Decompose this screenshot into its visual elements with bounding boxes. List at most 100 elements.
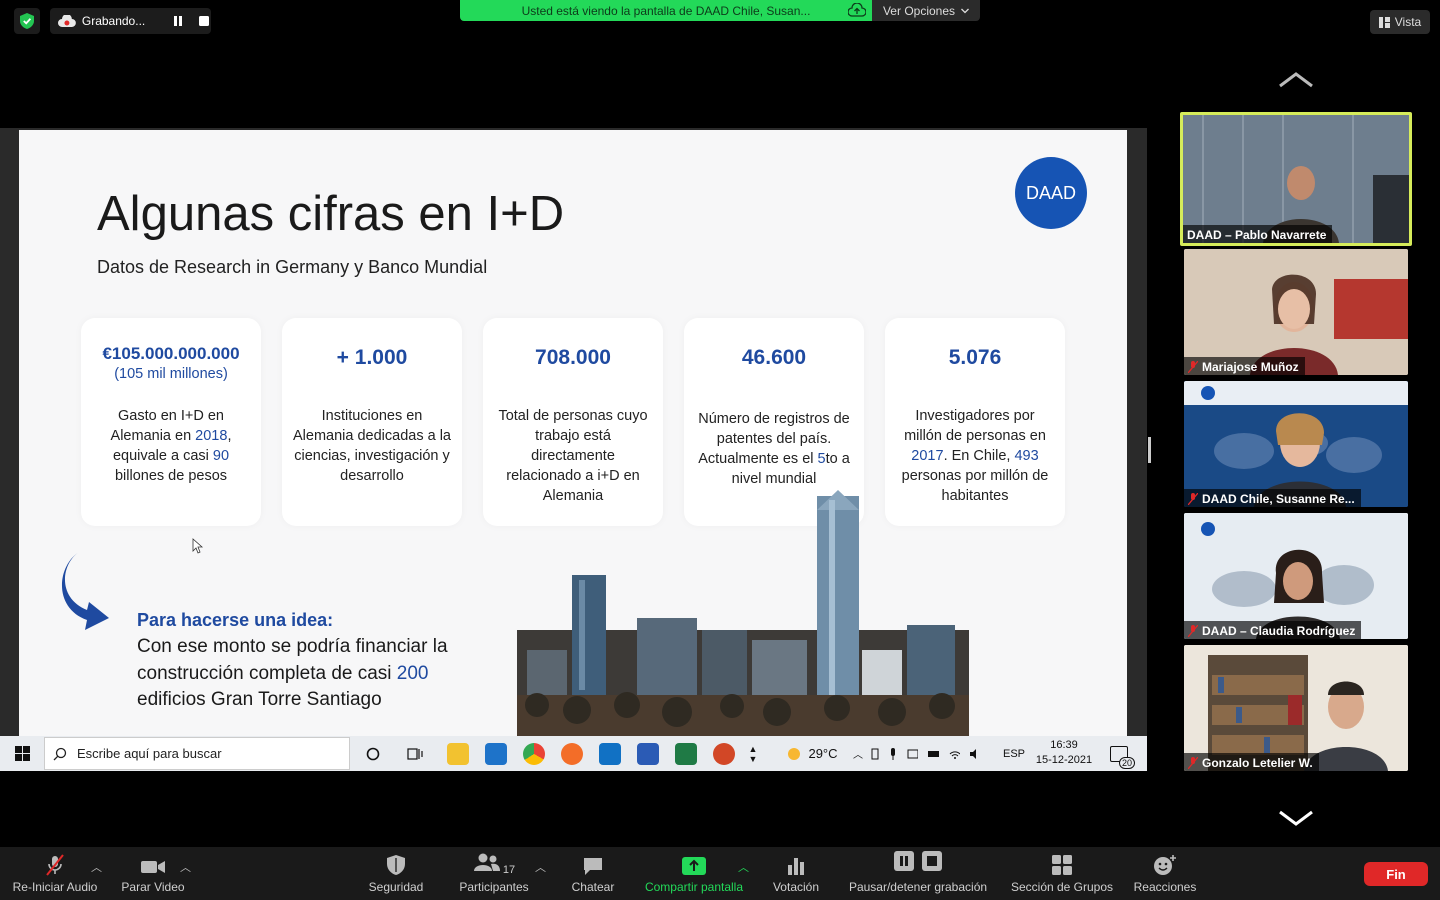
taskbar-scroll-icon[interactable]: ▲ ▼ <box>746 736 760 771</box>
participant-name: Gonzalo Letelier W. <box>1202 756 1313 770</box>
participant-tile[interactable]: DAAD Chile, Susanne Re... <box>1184 381 1408 507</box>
view-button[interactable]: Vista <box>1370 10 1430 34</box>
muted-microphone-icon <box>46 854 64 876</box>
taskbar-clock[interactable]: 16:39 15-12-2021 <box>1034 738 1094 768</box>
participants-label: Participantes <box>459 880 529 894</box>
security-shield-icon[interactable] <box>14 8 40 34</box>
participant-tile[interactable]: DAAD – Pablo Navarrete <box>1180 112 1412 246</box>
stat-value: 46.600 <box>741 346 807 369</box>
participant-name: Mariajose Muñoz <box>1202 360 1299 374</box>
outlook-icon[interactable] <box>599 743 621 765</box>
video-options-chevron-icon[interactable]: ︿ <box>180 859 191 875</box>
stat-value: + 1.000 <box>336 346 408 369</box>
participants-icon <box>473 853 500 871</box>
unmute-button[interactable]: Re-Iniciar Audio <box>8 847 102 900</box>
weather-temperature: 29°C <box>808 746 838 761</box>
search-icon <box>53 747 67 760</box>
screen-share-banner: Usted está viendo la pantalla de DAAD Ch… <box>460 0 872 21</box>
language-indicator[interactable]: ESP <box>1000 736 1028 771</box>
reactions-button[interactable]: Reacciones <box>1128 847 1202 900</box>
recording-controls-label: Pausar/detener grabación <box>848 880 988 894</box>
notifications-icon[interactable]: 20 <box>1106 736 1135 771</box>
weather-widget[interactable]: 29°C <box>782 736 842 771</box>
sun-icon <box>788 747 801 760</box>
clock-time: 16:39 <box>1050 739 1078 751</box>
mail-icon[interactable] <box>485 743 507 765</box>
video-camera-icon <box>141 861 165 873</box>
tray-chevron-up-icon[interactable]: ︿ <box>850 736 866 771</box>
recording-label: Grabando... <box>81 14 146 28</box>
panel-resize-handle[interactable] <box>1148 437 1151 463</box>
share-banner-text: Usted está viendo la pantalla de DAAD Ch… <box>521 3 811 18</box>
stat-value: 708.000 <box>535 346 611 369</box>
chat-bubble-icon <box>584 858 602 875</box>
stat-value: 5.076 <box>948 346 1002 369</box>
pause-icon <box>894 851 914 871</box>
stop-video-label: Parar Video <box>121 880 185 894</box>
firefox-icon[interactable] <box>561 743 583 765</box>
powerpoint-icon[interactable] <box>713 743 735 765</box>
end-meeting-button[interactable]: Fin <box>1364 862 1428 886</box>
stop-icon <box>922 851 942 871</box>
participant-tile[interactable]: Mariajose Muñoz <box>1184 249 1408 375</box>
participants-button[interactable]: 17 Participantes <box>450 847 538 900</box>
chat-button[interactable]: Chatear <box>560 847 626 900</box>
chevron-down-icon <box>961 8 969 13</box>
stat-description: Instituciones en Alemania dedicadas a la… <box>293 408 451 484</box>
recording-indicator: Grabando... <box>50 8 211 34</box>
muted-mic-icon <box>1188 493 1198 505</box>
participant-video <box>1183 115 1409 243</box>
gallery-scroll-down-icon[interactable] <box>1278 808 1314 828</box>
polls-button[interactable]: Votación <box>764 847 828 900</box>
view-options-button[interactable]: Ver Opciones <box>872 0 980 21</box>
stop-recording-icon[interactable] <box>197 14 211 28</box>
participant-name: DAAD – Pablo Navarrete <box>1183 225 1333 243</box>
taskbar-search-box[interactable]: Escribe aquí para buscar <box>44 737 350 770</box>
windows-start-icon[interactable] <box>8 736 36 771</box>
notifications-count: 20 <box>1118 756 1135 769</box>
participant-name-label: DAAD Chile, Susanne Re... <box>1184 489 1361 507</box>
file-explorer-icon[interactable] <box>447 743 469 765</box>
participants-options-chevron-icon[interactable]: ︿ <box>535 859 546 875</box>
presentation-slide: Algunas cifras en I+D Datos de Research … <box>19 130 1127 737</box>
reactions-label: Reacciones <box>1133 880 1197 894</box>
breakout-rooms-label: Sección de Grupos <box>1010 880 1114 894</box>
grid-view-icon <box>1378 16 1390 28</box>
security-button[interactable]: Seguridad <box>360 847 432 900</box>
mouse-cursor-icon <box>192 538 204 554</box>
shield-icon <box>387 855 405 875</box>
participant-name: DAAD – Claudia Rodríguez <box>1202 624 1356 638</box>
slide-title: Algunas cifras en I+D <box>97 187 565 241</box>
clock-date: 15-12-2021 <box>1035 754 1093 766</box>
chat-label: Chatear <box>571 880 615 894</box>
polls-label: Votación <box>772 880 820 894</box>
stat-description: Número de registros de patentes del país… <box>698 411 850 487</box>
cortana-icon[interactable] <box>362 736 384 771</box>
participant-tile[interactable]: DAAD – Claudia Rodríguez <box>1184 513 1408 639</box>
word-icon[interactable] <box>637 743 659 765</box>
pause-recording-icon[interactable] <box>171 14 185 28</box>
search-placeholder: Escribe aquí para buscar <box>77 746 222 761</box>
stop-video-button[interactable]: Parar Video <box>116 847 190 900</box>
share-options-chevron-icon[interactable]: ︿ <box>738 859 749 875</box>
audio-options-chevron-icon[interactable]: ︿ <box>91 859 102 875</box>
breakout-rooms-button[interactable]: Sección de Grupos <box>1004 847 1120 900</box>
participant-name-label: Gonzalo Letelier W. <box>1184 753 1319 771</box>
gallery-scroll-up-icon[interactable] <box>1278 70 1314 90</box>
daad-logo-text: DAAD <box>1025 182 1076 203</box>
chrome-icon[interactable] <box>523 743 545 765</box>
recording-controls-button[interactable]: Pausar/detener grabación <box>842 847 994 900</box>
task-view-icon[interactable] <box>404 736 426 771</box>
emoji-plus-icon <box>1154 855 1176 875</box>
muted-mic-icon <box>1188 625 1198 637</box>
stat-value: €105.000.000.000 <box>102 344 240 363</box>
share-screen-button[interactable]: Compartir pantalla <box>636 847 752 900</box>
participant-name-label: DAAD – Claudia Rodríguez <box>1184 621 1362 639</box>
system-tray-icons[interactable] <box>870 736 980 771</box>
participant-tile[interactable]: Gonzalo Letelier W. <box>1184 645 1408 771</box>
share-screen-icon <box>682 857 706 875</box>
end-meeting-label: Fin <box>1386 866 1406 882</box>
cloud-upload-icon <box>848 3 866 17</box>
excel-icon[interactable] <box>675 743 697 765</box>
santiago-skyline-image <box>517 490 969 737</box>
